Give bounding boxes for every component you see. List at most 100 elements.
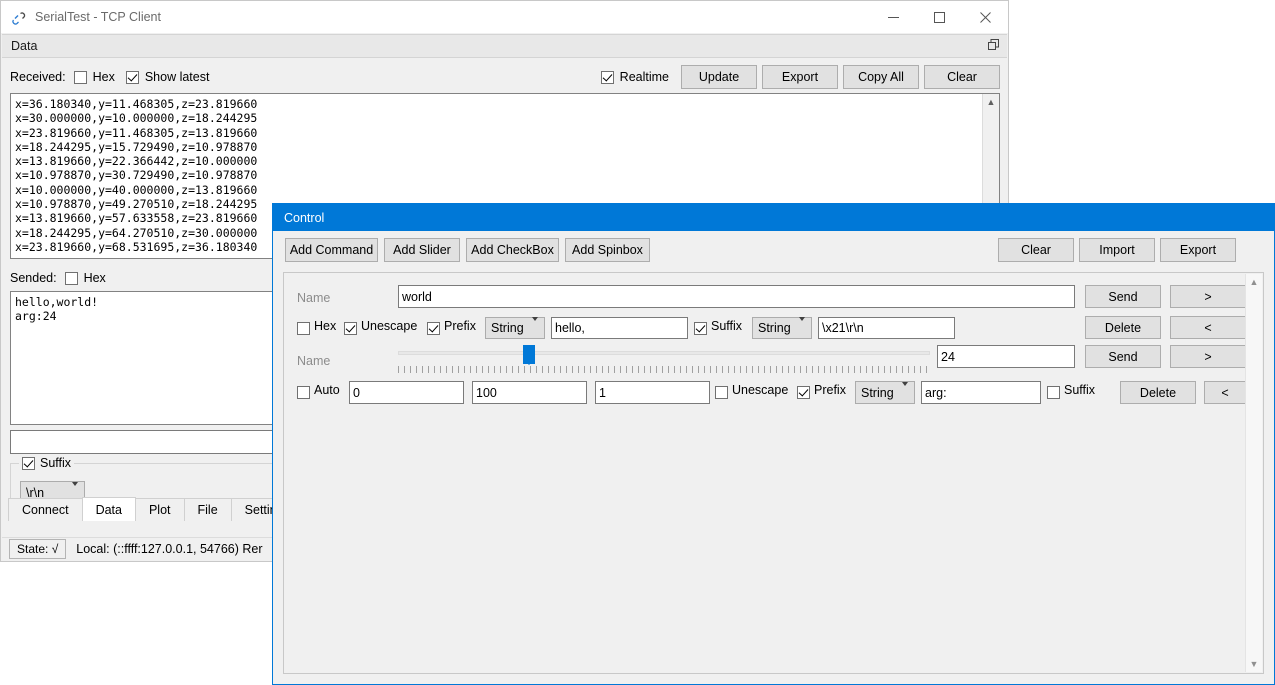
show-latest-checkbox[interactable] bbox=[125, 70, 139, 84]
slider-prefix-checkbox[interactable] bbox=[797, 386, 810, 399]
control-import-button[interactable]: Import bbox=[1079, 238, 1155, 262]
received-actions-row: Realtime Update Export Copy All Clear bbox=[600, 65, 1000, 89]
status-state: State: √ bbox=[9, 539, 67, 559]
slider-move-down-button[interactable]: < bbox=[1204, 381, 1246, 404]
slider-min-input[interactable]: 0 bbox=[349, 381, 464, 404]
export-button[interactable]: Export bbox=[762, 65, 838, 89]
command-name-label: Name bbox=[297, 291, 331, 305]
maximize-icon[interactable] bbox=[916, 1, 962, 33]
command-unescape-label: Unescape bbox=[361, 319, 418, 333]
slider-groove bbox=[398, 351, 930, 355]
slider-unescape-checkbox[interactable] bbox=[715, 386, 728, 399]
command-prefix-value: hello, bbox=[555, 321, 585, 335]
slider-handle[interactable] bbox=[522, 345, 535, 365]
sended-hex-label: Hex bbox=[83, 271, 106, 285]
slider-prefix-input[interactable]: arg: bbox=[921, 381, 1041, 404]
slider-step-value: 1 bbox=[599, 385, 606, 400]
slider-send-button[interactable]: Send bbox=[1085, 345, 1161, 368]
command-name-input[interactable]: world bbox=[398, 285, 1075, 308]
suffix-checkbox[interactable] bbox=[22, 456, 35, 470]
command-send-button[interactable]: Send bbox=[1085, 285, 1161, 308]
dock-title: Data bbox=[11, 39, 38, 53]
scroll-up-icon[interactable]: ▲ bbox=[983, 94, 999, 110]
slider-suffix-label: Suffix bbox=[1064, 383, 1096, 397]
chevron-down-icon bbox=[532, 317, 538, 335]
command-suffix-label: Suffix bbox=[711, 319, 743, 333]
suffix-label: Suffix bbox=[40, 456, 72, 470]
tab-file[interactable]: File bbox=[183, 498, 232, 521]
tab-connect[interactable]: Connect bbox=[8, 498, 83, 521]
slider-prefix-type-value: String bbox=[861, 385, 894, 400]
add-slider-button[interactable]: Add Slider bbox=[384, 238, 460, 262]
realtime-checkbox[interactable] bbox=[600, 70, 614, 84]
command-suffix-input[interactable]: \x21\r\n bbox=[818, 317, 955, 339]
chevron-down-icon bbox=[902, 381, 908, 400]
minimize-icon[interactable] bbox=[870, 1, 916, 33]
received-hex-checkbox[interactable] bbox=[73, 70, 87, 84]
command-suffix-checkbox[interactable] bbox=[694, 322, 707, 335]
copy-all-button[interactable]: Copy All bbox=[843, 65, 919, 89]
command-hex-label: Hex bbox=[314, 319, 337, 333]
screen: SerialTest - TCP Client Data Received: H… bbox=[0, 0, 1275, 685]
command-suffix-type-value: String bbox=[758, 321, 791, 335]
window-controls bbox=[870, 1, 1008, 33]
control-items-area: Name world Send > Hex Unescape Prefix St… bbox=[283, 272, 1264, 674]
command-unescape-checkbox[interactable] bbox=[344, 322, 357, 335]
clear-button[interactable]: Clear bbox=[924, 65, 1000, 89]
slider-max-input[interactable]: 100 bbox=[472, 381, 587, 404]
received-options-row: Received: Hex Show latest bbox=[10, 68, 209, 86]
slider-delete-button[interactable]: Delete bbox=[1120, 381, 1196, 404]
tab-data[interactable]: Data bbox=[81, 497, 136, 521]
command-delete-button[interactable]: Delete bbox=[1085, 316, 1161, 339]
status-info: Local: (::ffff:127.0.0.1, 54766) Rer bbox=[76, 542, 263, 556]
control-scrollbar[interactable]: ▲ ▼ bbox=[1245, 274, 1262, 672]
received-label: Received: bbox=[10, 70, 66, 84]
slider-auto-label: Auto bbox=[314, 383, 340, 397]
control-clear-button[interactable]: Clear bbox=[998, 238, 1074, 262]
main-title-text: SerialTest - TCP Client bbox=[35, 10, 161, 24]
command-hex-checkbox[interactable] bbox=[297, 322, 310, 335]
command-suffix-value: \x21\r\n bbox=[822, 321, 864, 335]
received-hex-label: Hex bbox=[92, 70, 115, 84]
slider-control[interactable] bbox=[398, 345, 930, 373]
sended-label: Sended: bbox=[10, 271, 57, 285]
suffix-group-title: Suffix bbox=[19, 456, 75, 470]
control-export-button[interactable]: Export bbox=[1160, 238, 1236, 262]
add-command-button[interactable]: Add Command bbox=[285, 238, 378, 262]
command-prefix-checkbox[interactable] bbox=[427, 322, 440, 335]
realtime-label: Realtime bbox=[619, 70, 669, 84]
slider-value-input[interactable]: 24 bbox=[937, 345, 1075, 368]
command-name-value: world bbox=[402, 289, 432, 304]
close-icon[interactable] bbox=[962, 1, 1008, 33]
float-restore-icon[interactable] bbox=[988, 39, 999, 53]
slider-prefix-type-combobox[interactable]: String bbox=[855, 381, 915, 404]
add-spinbox-button[interactable]: Add Spinbox bbox=[565, 238, 650, 262]
slider-ticks bbox=[398, 366, 930, 373]
sended-hex-checkbox[interactable] bbox=[64, 271, 78, 285]
slider-min-value: 0 bbox=[353, 385, 360, 400]
add-checkbox-button[interactable]: Add CheckBox bbox=[466, 238, 559, 262]
command-move-up-button[interactable]: > bbox=[1170, 285, 1246, 308]
main-titlebar[interactable]: SerialTest - TCP Client bbox=[1, 1, 1008, 33]
scroll-down-icon[interactable]: ▼ bbox=[1246, 656, 1262, 672]
command-prefix-type-combobox[interactable]: String bbox=[485, 317, 545, 339]
command-prefix-label: Prefix bbox=[444, 319, 476, 333]
control-titlebar[interactable]: Control bbox=[273, 204, 1274, 231]
command-suffix-type-combobox[interactable]: String bbox=[752, 317, 812, 339]
slider-auto-checkbox[interactable] bbox=[297, 386, 310, 399]
slider-move-up-button[interactable]: > bbox=[1170, 345, 1246, 368]
data-dock-header: Data bbox=[2, 34, 1007, 58]
slider-suffix-checkbox[interactable] bbox=[1047, 386, 1060, 399]
tab-plot[interactable]: Plot bbox=[134, 498, 185, 521]
control-toolbar: Add Command Add Slider Add CheckBox Add … bbox=[273, 231, 1274, 269]
main-tabbar: Connect Data Plot File Settings bbox=[8, 497, 304, 521]
slider-step-input[interactable]: 1 bbox=[595, 381, 710, 404]
scroll-up-icon[interactable]: ▲ bbox=[1246, 274, 1262, 290]
command-prefix-input[interactable]: hello, bbox=[551, 317, 688, 339]
update-button[interactable]: Update bbox=[681, 65, 757, 89]
slider-name-label: Name bbox=[297, 354, 331, 368]
slider-prefix-label: Prefix bbox=[814, 383, 846, 397]
command-move-down-button[interactable]: < bbox=[1170, 316, 1246, 339]
sended-options-row: Sended: Hex bbox=[10, 269, 106, 287]
control-title-text: Control bbox=[284, 210, 325, 225]
